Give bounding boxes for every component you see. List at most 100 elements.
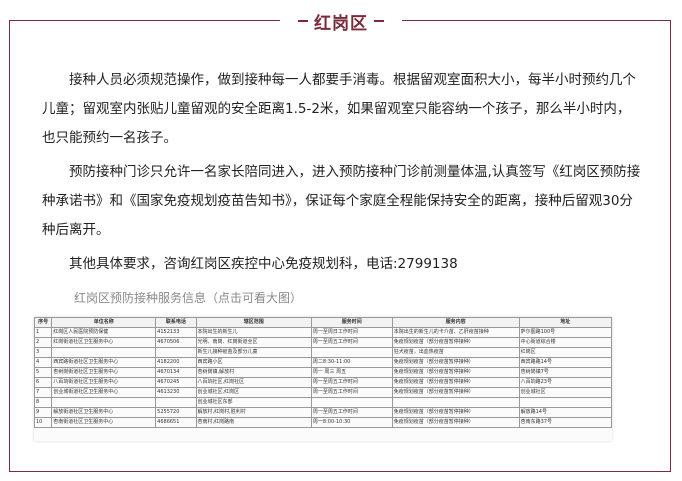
table-cell: 八百垧社区,红岗社区: [195, 377, 312, 388]
table-cell: 红岗街道社区卫生服务中心: [51, 337, 157, 348]
table-cell: [51, 397, 157, 408]
table-header-cell: 服务内容: [391, 317, 520, 328]
table-cell: 2: [33, 337, 53, 348]
table-header-cell: 服务时间: [310, 317, 393, 328]
table-row: 1 红岗区人民医院预防保健 4152133 本院出生的新生儿 周一至周日工作时间 本院出生…: [33, 327, 613, 338]
table-row: 10 杏南街道社区卫生服务中心 4686651 杏南村,红岗路南 周一8:00-10:3…: [33, 417, 613, 428]
table-cell: [155, 397, 197, 408]
table-cell: 周一至周五工作时间: [310, 337, 393, 348]
table-cell: 3: [33, 347, 53, 358]
table-cell: 10: [33, 417, 53, 428]
table-cell: 4152133: [155, 327, 197, 338]
table-cell: 4613230: [155, 387, 197, 398]
table-cell: 红岗区人民医院预防保健: [51, 327, 157, 338]
table-cell: [310, 347, 393, 358]
table-cell: 创业城街道社区卫生服务中心: [51, 387, 157, 398]
table-cell: 8: [33, 397, 53, 408]
table-row: 6 八百垧街道社区卫生服务中心 4670245 八百垧社区,红岗社区 周一至周五工作时间…: [33, 377, 613, 388]
table-cell: 红岗区: [518, 347, 613, 358]
table-cell: 本院出生的新生儿的卡介苗、乙肝疫苗接种: [391, 327, 520, 338]
table-cell: 免疫规划疫苗（部分疫苗暂停接种）: [391, 407, 520, 418]
table-cell: 免疫规划疫苗（部分疫苗暂停接种）: [391, 387, 520, 398]
table-cell: 新生儿接种疫苗及部分儿童: [195, 347, 312, 358]
table-cell: 4686651: [155, 417, 197, 428]
table-cell: 4670245: [155, 377, 197, 388]
table-cell: 周一 周三 周五: [310, 367, 393, 378]
table-cell: 4670506: [155, 337, 197, 348]
table-cell: 解放村,红岗村,胜利村: [195, 407, 312, 418]
table-row: 4 西宾路街道社区卫生服务中心 4182200 西宾路小区 周二8:30-11:00 免疫…: [33, 357, 613, 368]
paragraph-2: 预防接种门诊只允许一名家长陪同进入，进入预防接种门诊前测量体温,认真签写《红岗区…: [42, 164, 641, 238]
table-cell: 5: [33, 367, 53, 378]
table-cell: 免疫规划疫苗（部分疫苗暂停接种）: [391, 357, 520, 368]
table-cell: 周一8:00-10:30: [310, 417, 393, 428]
table-header-row: 序号 单位名称 联系电话 辖区范围 服务时间 服务内容 地址: [33, 317, 613, 328]
paragraph-1: 接种人员必须规范操作，做到接种每一人都要手消毒。根据留观室面积大小，每半小时预约…: [42, 72, 636, 146]
table-cell: 八百垧路23号: [518, 377, 613, 388]
table-cell: 狂犬疫苗，出血热疫苗: [391, 347, 520, 358]
table-cell: 周一至周五工作时间: [310, 387, 393, 398]
table-cell: 免疫规划疫苗（部分疫苗暂停接种）: [391, 367, 520, 378]
service-info-table: 序号 单位名称 联系电话 辖区范围 服务时间 服务内容 地址 1 红岗区人民医院预…: [33, 317, 613, 428]
table-cell: 4670134: [155, 367, 197, 378]
table-cell: 杏树岗街道社区卫生服务中心: [51, 367, 157, 378]
table-cell: 萨尔图路100号: [518, 327, 613, 338]
table-cell: 西宾路街道社区卫生服务中心: [51, 357, 157, 368]
table-cell: [518, 397, 613, 408]
section-title-text: 红岗区: [314, 13, 368, 34]
table-cell: 本院出生的新生儿: [195, 327, 312, 338]
table-cell: 周二8:30-11:00: [310, 357, 393, 368]
table-header-cell: 联系电话: [155, 317, 197, 328]
table-row: 3 新生儿接种疫苗及部分儿童 狂犬疫苗，出血热疫苗 红岗区: [33, 347, 613, 358]
title-dash-right: [374, 20, 384, 22]
table-cell: 杏树岗镇7号: [518, 367, 613, 378]
table-cell: 7: [33, 387, 53, 398]
title-dash-left: [298, 20, 308, 22]
table-cell: [155, 347, 197, 358]
table-cell: 杏南街道社区卫生服务中心: [51, 417, 157, 428]
table-cell: 杏树岗镇,解放村: [195, 367, 312, 378]
table-row: 2 红岗街道社区卫生服务中心 4670506 光明、南岗、红岗街道全区 周一至周五工作时…: [33, 337, 613, 348]
table-cell: 免疫规划疫苗（部分疫苗暂停接种）: [391, 337, 520, 348]
table-cell: 免疫规划疫苗（部分疫苗暂停接种）: [391, 377, 520, 388]
table-header-cell: 辖区范围: [195, 317, 312, 328]
table-cell: 周一至周五工作时间: [310, 377, 393, 388]
table-cell: 中心街道综合楼: [518, 337, 613, 348]
service-info-table-image[interactable]: 序号 单位名称 联系电话 辖区范围 服务时间 服务内容 地址 1 红岗区人民医院预…: [33, 317, 613, 441]
table-cell: 西宾路路14号: [518, 357, 613, 368]
table-cell: 1: [33, 327, 53, 338]
table-cell: [391, 397, 520, 408]
table-header-cell: 单位名称: [51, 317, 157, 328]
table-cell: 创业城社区: [518, 387, 613, 398]
table-cell: 创业城社区,红岗区: [195, 387, 312, 398]
table-cell: 9: [33, 407, 53, 418]
table-cell: [51, 347, 157, 358]
table-cell: 5255720: [155, 407, 197, 418]
table-row: 5 杏树岗街道社区卫生服务中心 4670134 杏树岗镇,解放村 周一 周三 周五 免疫规…: [33, 367, 613, 378]
table-cell: 光明、南岗、红岗街道全区: [195, 337, 312, 348]
table-cell: 免疫规划疫苗（部分疫苗暂停接种）: [391, 417, 520, 428]
table-cell: 解放路14号: [518, 407, 613, 418]
table-row: 8 创业城社区东部: [33, 397, 613, 408]
image-caption[interactable]: 红岗区预防接种服务信息（点击可看大图）: [74, 289, 302, 306]
table-row: 7 创业城街道社区卫生服务中心 4613230 创业城社区,红岗区 周一至周五工作时间免…: [33, 387, 613, 398]
section-title: 红岗区: [280, 8, 402, 34]
paragraph-3: 其他具体要求，咨询红岗区疾控中心免疫规划科，电话:2799138: [69, 256, 458, 272]
table-cell: 4182200: [155, 357, 197, 368]
table-cell: 杏南东路37号: [518, 417, 613, 428]
table-cell: 创业城社区东部: [195, 397, 312, 408]
table-cell: 4: [33, 357, 53, 368]
table-cell: 八百垧街道社区卫生服务中心: [51, 377, 157, 388]
table-cell: 解放街道社区卫生服务中心: [51, 407, 157, 418]
table-row: 9 解放街道社区卫生服务中心 5255720 解放村,红岗村,胜利村 周一至周五工作时间…: [33, 407, 613, 418]
table-cell: 周一至周五工作时间: [310, 407, 393, 418]
table-cell: [310, 397, 393, 408]
table-header-cell: 地址: [518, 317, 613, 328]
table-cell: 西宾路小区: [195, 357, 312, 368]
table-cell: 周一至周日工作时间: [310, 327, 393, 338]
table-cell: 6: [33, 377, 53, 388]
table-header-cell: 序号: [33, 317, 53, 328]
table-body: 1 红岗区人民医院预防保健 4152133 本院出生的新生儿 周一至周日工作时间 本院出生…: [33, 327, 613, 428]
table-cell: 杏南村,红岗路南: [195, 417, 312, 428]
section-title-wrap: 红岗区: [0, 8, 682, 34]
